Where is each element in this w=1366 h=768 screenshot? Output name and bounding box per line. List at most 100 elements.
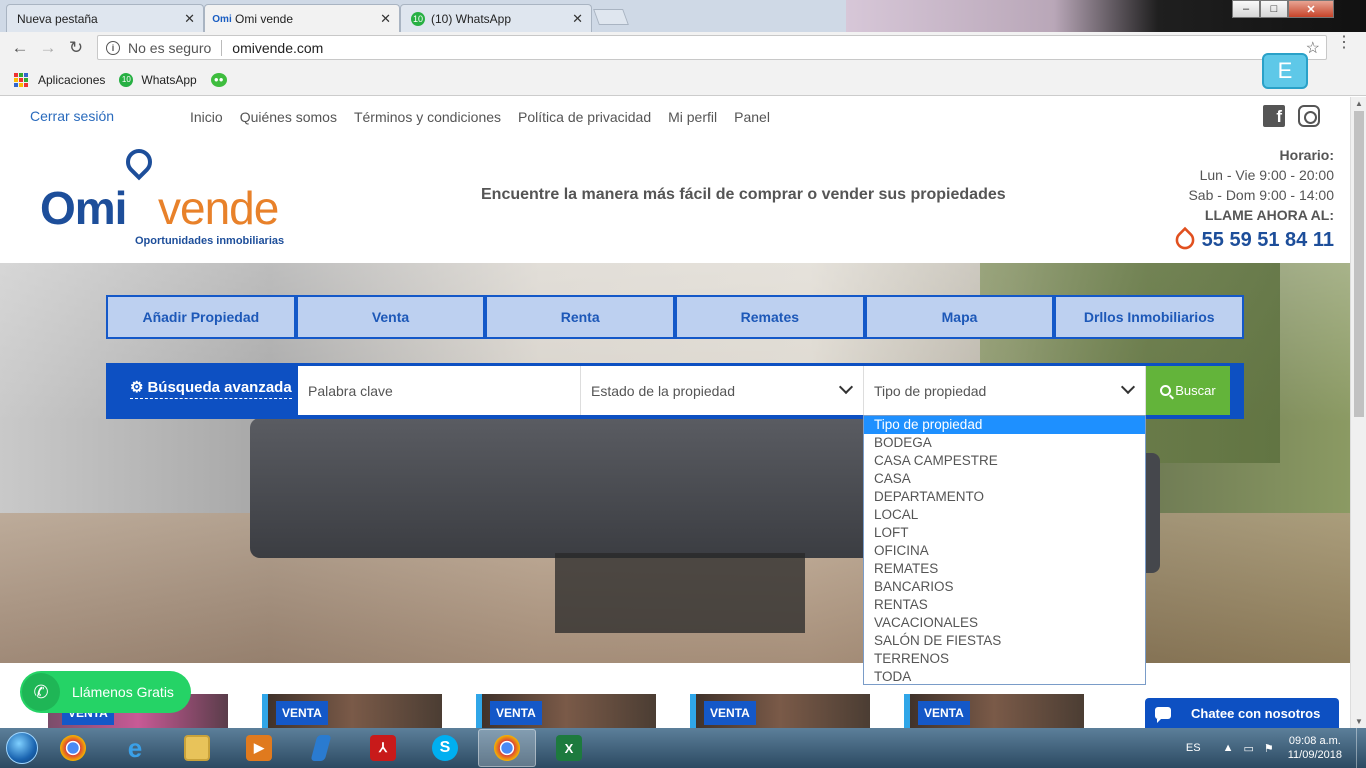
taskbar-chrome-active[interactable] xyxy=(478,729,536,767)
taskbar-pdf[interactable]: ⅄ xyxy=(354,729,412,767)
taskbar-ie[interactable]: e xyxy=(106,729,164,767)
language-indicator[interactable]: ES xyxy=(1186,742,1201,754)
extension-e-icon[interactable]: E xyxy=(1262,53,1308,89)
category-renta[interactable]: Renta xyxy=(487,297,674,337)
scroll-up-icon[interactable]: ▲ xyxy=(1355,99,1363,108)
bookmark-label: WhatsApp xyxy=(141,72,197,87)
dropdown-option[interactable]: Tipo de propiedad xyxy=(864,416,1145,434)
call-free-label: Llámenos Gratis xyxy=(72,684,174,700)
taskbar-app[interactable] xyxy=(292,729,350,767)
url-text[interactable]: omivende.com xyxy=(232,40,323,56)
close-tab-icon[interactable]: ✕ xyxy=(380,11,391,27)
minimize-button[interactable]: – xyxy=(1232,0,1260,18)
listing-card[interactable]: VENTA xyxy=(476,694,656,728)
chat-bubble-icon: ●● xyxy=(210,72,227,87)
chrome-icon xyxy=(494,735,520,761)
taskbar-chrome[interactable] xyxy=(44,729,102,767)
omivende-logo[interactable]: Omi vende Oportunidades inmobiliarias xyxy=(40,143,300,247)
reload-icon[interactable]: ↻ xyxy=(62,38,90,58)
advanced-search-toggle[interactable]: ⚙ Búsqueda avanzada xyxy=(130,378,292,399)
dropdown-option[interactable]: RENTAS xyxy=(864,596,1145,614)
nav-link-privacidad[interactable]: Política de privacidad xyxy=(518,109,651,125)
category-remates[interactable]: Remates xyxy=(677,297,863,337)
new-tab-button[interactable] xyxy=(593,9,629,25)
whatsapp-icon: 10 xyxy=(119,72,134,87)
tipo-dropdown-list: Tipo de propiedad BODEGA CASA CAMPESTRE … xyxy=(863,415,1146,685)
call-free-button[interactable]: ✆ Llámenos Gratis xyxy=(20,671,191,713)
dropdown-option[interactable]: TODA xyxy=(864,668,1145,686)
maximize-button[interactable]: □ xyxy=(1260,0,1288,18)
hours-title: Horario: xyxy=(1279,147,1334,163)
facebook-icon[interactable]: f xyxy=(1263,105,1285,127)
listing-card[interactable]: VENTA xyxy=(690,694,870,728)
nav-link-mi-perfil[interactable]: Mi perfil xyxy=(668,109,717,125)
tab-nueva-pestana[interactable]: Nueva pestaña ✕ xyxy=(6,4,204,32)
nav-link-terminos[interactable]: Términos y condiciones xyxy=(354,109,501,125)
security-label[interactable]: No es seguro xyxy=(128,40,211,56)
dropdown-option[interactable]: BODEGA xyxy=(864,434,1145,452)
search-button[interactable]: Buscar xyxy=(1146,366,1230,415)
estado-select[interactable]: Estado de la propiedad xyxy=(581,366,864,415)
dropdown-option[interactable]: LOCAL xyxy=(864,506,1145,524)
network-icon[interactable]: ▭ xyxy=(1243,742,1253,755)
tray-icons: ▲ ▭ ⚑ xyxy=(1223,742,1274,755)
windows-taskbar: e ▶ ⅄ S X ES ▲ ▭ ⚑ 09:08 a.m. 11/09/2018 xyxy=(0,728,1366,768)
phone-number[interactable]: 55 59 51 84 11 xyxy=(1171,226,1334,254)
chat-button[interactable]: Chatee con nosotros xyxy=(1145,698,1339,728)
nav-link-quienes-somos[interactable]: Quiénes somos xyxy=(240,109,337,125)
bookmark-star-icon[interactable]: ☆ xyxy=(1306,38,1320,58)
clock[interactable]: 09:08 a.m. 11/09/2018 xyxy=(1288,734,1342,762)
scrollbar-thumb[interactable] xyxy=(1354,111,1364,417)
close-tab-icon[interactable]: ✕ xyxy=(184,11,195,27)
dropdown-option[interactable]: REMATES xyxy=(864,560,1145,578)
web-page: Cerrar sesión Inicio Quiénes somos Térmi… xyxy=(0,97,1350,728)
tipo-select[interactable]: Tipo de propiedad xyxy=(864,366,1146,415)
page-scrollbar[interactable]: ▲ ▼ xyxy=(1350,97,1366,728)
listing-card[interactable]: VENTA xyxy=(904,694,1084,728)
taskbar-media[interactable]: ▶ xyxy=(230,729,288,767)
browser-menu-icon[interactable]: ⋮ xyxy=(1336,35,1352,51)
top-nav-links: Inicio Quiénes somos Términos y condicio… xyxy=(190,109,770,125)
start-button[interactable] xyxy=(0,728,44,768)
category-venta[interactable]: Venta xyxy=(297,297,484,337)
close-window-button[interactable]: ✕ xyxy=(1288,0,1334,18)
nav-link-panel[interactable]: Panel xyxy=(734,109,770,125)
tab-omi-vende[interactable]: Omi Omi vende ✕ xyxy=(204,4,400,32)
scroll-down-icon[interactable]: ▼ xyxy=(1355,717,1363,726)
instagram-icon[interactable] xyxy=(1298,105,1320,127)
listing-card[interactable]: VENTA xyxy=(262,694,442,728)
card-stripe xyxy=(476,694,482,728)
category-anadir-propiedad[interactable]: Añadir Propiedad xyxy=(108,297,294,337)
chrome-icon xyxy=(60,735,86,761)
category-mapa[interactable]: Mapa xyxy=(866,297,1053,337)
dropdown-option[interactable]: DEPARTAMENTO xyxy=(864,488,1145,506)
dropdown-option[interactable]: CASA CAMPESTRE xyxy=(864,452,1145,470)
dropdown-option[interactable]: BANCARIOS xyxy=(864,578,1145,596)
logout-link[interactable]: Cerrar sesión xyxy=(30,108,114,124)
action-center-flag-icon[interactable]: ⚑ xyxy=(1264,742,1274,755)
info-icon[interactable]: i xyxy=(106,40,120,55)
dropdown-option[interactable]: LOFT xyxy=(864,524,1145,542)
taskbar-skype[interactable]: S xyxy=(416,729,474,767)
dropdown-option[interactable]: SALÓN DE FIESTAS xyxy=(864,632,1145,650)
back-arrow-icon[interactable]: ← xyxy=(6,38,34,58)
taskbar-explorer[interactable] xyxy=(168,729,226,767)
taskbar-excel[interactable]: X xyxy=(540,729,598,767)
close-tab-icon[interactable]: ✕ xyxy=(572,11,583,27)
search-icon xyxy=(1160,385,1172,396)
bookmark-whatsapp[interactable]: 10 WhatsApp xyxy=(119,72,197,87)
keyword-input[interactable]: Palabra clave xyxy=(298,366,581,415)
bookmark-chat[interactable]: ●● xyxy=(210,72,227,87)
dropdown-option[interactable]: OFICINA xyxy=(864,542,1145,560)
tab-whatsapp[interactable]: 10 (10) WhatsApp ✕ xyxy=(400,4,592,32)
omnibox[interactable]: i No es seguro omivende.com ☆ xyxy=(97,35,1327,60)
dropdown-option[interactable]: VACACIONALES xyxy=(864,614,1145,632)
category-desarrollos[interactable]: Drllos Inmobiliarios xyxy=(1056,297,1243,337)
dropdown-option[interactable]: CASA xyxy=(864,470,1145,488)
dropdown-option[interactable]: TERRENOS xyxy=(864,650,1145,668)
nav-link-inicio[interactable]: Inicio xyxy=(190,109,223,125)
forward-arrow-icon[interactable]: → xyxy=(34,38,62,58)
show-desktop-button[interactable] xyxy=(1356,728,1366,768)
bookmark-aplicaciones[interactable]: Aplicaciones xyxy=(14,72,105,87)
show-hidden-icons-icon[interactable]: ▲ xyxy=(1223,742,1234,755)
